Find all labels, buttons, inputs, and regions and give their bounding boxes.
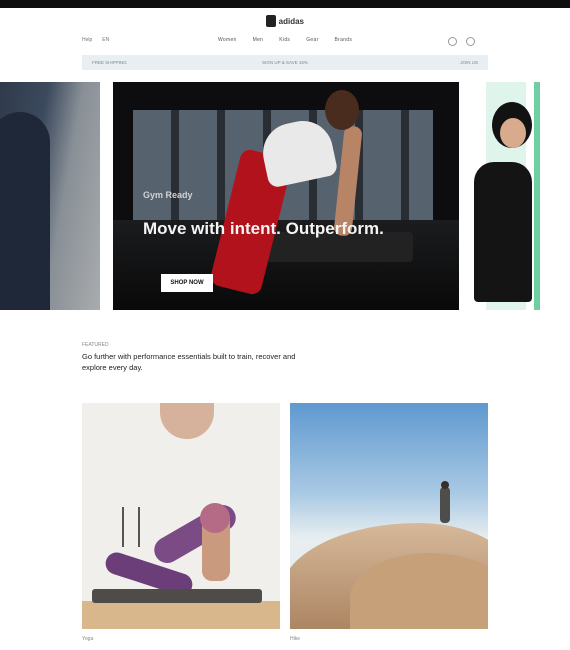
hiker-head	[441, 481, 449, 489]
slide-kicker: Gym Ready	[143, 190, 193, 200]
card-caption-yoga[interactable]: Yoga	[82, 636, 93, 642]
utility-links-left: Help EN	[82, 37, 109, 43]
top-bar	[0, 0, 570, 8]
accent-strip	[534, 82, 540, 310]
promo-center: SIGN UP & SAVE 15%	[262, 60, 308, 65]
feature-card-hike[interactable]	[290, 403, 488, 629]
person-torso	[160, 403, 214, 439]
hiker-figure	[440, 487, 450, 523]
utility-links-right	[448, 37, 475, 48]
slide-title: Move with intent. Outperform.	[143, 219, 384, 238]
carousel-slide-active[interactable]: Gym Ready Move with intent. Outperform. …	[113, 82, 459, 310]
promo-left: FREE SHIPPING	[92, 60, 127, 65]
plant-decor	[122, 507, 140, 547]
promo-bar[interactable]: FREE SHIPPING SIGN UP & SAVE 15% JOIN US	[82, 55, 488, 70]
main-nav: Women Men Kids Gear Brands	[218, 37, 352, 43]
athlete-head	[325, 90, 359, 130]
help-link[interactable]: Help	[82, 37, 92, 43]
language-link[interactable]: EN	[102, 37, 109, 43]
nav-item-brands[interactable]: Brands	[335, 37, 353, 43]
carousel-slide-next[interactable]	[466, 82, 570, 310]
brand-logo[interactable]: adidas	[266, 13, 304, 29]
model-face	[500, 118, 526, 148]
nav-item-kids[interactable]: Kids	[279, 37, 290, 43]
search-icon[interactable]	[448, 37, 457, 48]
nav-item-men[interactable]: Men	[253, 37, 264, 43]
logo-icon	[266, 15, 276, 27]
cart-icon[interactable]	[466, 37, 475, 48]
wood-floor	[82, 601, 280, 629]
logo-text: adidas	[278, 16, 304, 26]
shop-now-button[interactable]: SHOP NOW	[161, 274, 213, 292]
model-figure	[0, 112, 50, 310]
section-headline: Go further with performance essentials b…	[82, 352, 296, 372]
promo-right[interactable]: JOIN US	[460, 60, 478, 65]
section-kicker: FEATURED	[82, 342, 109, 348]
card-caption-hike[interactable]: Hike	[290, 636, 300, 642]
model-dress	[474, 162, 532, 302]
nav-item-gear[interactable]: Gear	[306, 37, 318, 43]
nav-item-women[interactable]: Women	[218, 37, 237, 43]
feature-card-yoga[interactable]	[82, 403, 280, 629]
person-head	[200, 503, 230, 533]
yoga-mat	[92, 589, 262, 603]
carousel-slide-previous[interactable]	[0, 82, 100, 310]
